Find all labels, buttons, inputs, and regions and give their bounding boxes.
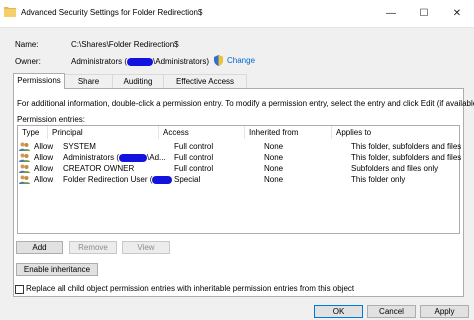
permission-entries-list[interactable]: Type Principal Access Inherited from App… xyxy=(17,125,462,234)
column-header-access[interactable]: Access xyxy=(159,126,245,139)
users-icon xyxy=(19,153,30,162)
cell-applies-to: Subfolders and files only xyxy=(351,164,439,173)
shield-icon xyxy=(214,55,223,66)
permission-entries-label: Permission entries: xyxy=(17,115,86,124)
close-button[interactable]: ✕ xyxy=(440,0,474,27)
cell-applies-to: This folder only xyxy=(351,175,406,184)
cell-access: Special xyxy=(174,175,201,184)
tab-permissions[interactable]: Permissions xyxy=(13,73,65,89)
column-header-principal[interactable]: Principal xyxy=(48,126,159,139)
ok-button[interactable]: OK xyxy=(314,305,363,318)
column-header-type[interactable]: Type xyxy=(18,126,48,139)
enable-inheritance-button[interactable]: Enable inheritance xyxy=(16,263,98,276)
principal-prefix: Folder Redirection User ( xyxy=(63,175,153,184)
minimize-button[interactable]: — xyxy=(374,0,408,27)
add-button[interactable]: Add xyxy=(16,241,63,254)
column-header-applies-to[interactable]: Applies to xyxy=(332,126,459,139)
users-icon xyxy=(19,175,30,184)
info-text: For additional information, double-click… xyxy=(17,99,474,108)
principal-prefix: Administrators ( xyxy=(63,153,120,162)
redaction-mark xyxy=(119,153,148,162)
column-header-inherited-from[interactable]: Inherited from xyxy=(245,126,332,139)
owner-suffix: \Administrators) xyxy=(153,57,210,66)
table-row[interactable]: Allow Folder Redirection User ( Special … xyxy=(18,174,459,185)
cancel-button[interactable]: Cancel xyxy=(367,305,416,318)
change-owner-link[interactable]: Change xyxy=(227,56,255,65)
cell-type: Allow xyxy=(34,153,54,162)
permissions-panel: For additional information, double-click… xyxy=(13,88,474,297)
tab-auditing[interactable]: Auditing xyxy=(112,74,164,88)
table-row[interactable]: Allow Administrators ( \Ad... Full contro… xyxy=(18,152,462,163)
cell-inherited-from: None xyxy=(264,175,284,184)
cell-type: Allow xyxy=(34,164,54,173)
cell-principal: Administrators ( \Ad... xyxy=(63,152,166,163)
replace-child-permissions-checkbox[interactable] xyxy=(15,285,24,294)
cell-access: Full control xyxy=(174,164,214,173)
tab-share[interactable]: Share xyxy=(64,74,113,88)
window-title: Advanced Security Settings for Folder Re… xyxy=(21,8,203,17)
remove-button[interactable]: Remove xyxy=(69,241,117,254)
owner-prefix: Administrators ( xyxy=(71,57,128,66)
cell-inherited-from: None xyxy=(264,164,284,173)
cell-inherited-from: None xyxy=(264,153,284,162)
tab-effective-access[interactable]: Effective Access xyxy=(163,74,247,88)
redaction-mark xyxy=(152,175,173,184)
name-label: Name: xyxy=(15,40,39,49)
table-row[interactable]: Allow CREATOR OWNER Full control None Su… xyxy=(18,163,459,174)
folder-icon xyxy=(4,7,16,17)
view-button[interactable]: View xyxy=(122,241,170,254)
name-value: C:\Shares\Folder Redirection$ xyxy=(71,40,179,49)
cell-principal: CREATOR OWNER xyxy=(63,164,135,173)
owner-label: Owner: xyxy=(15,57,41,66)
users-icon xyxy=(19,142,30,151)
cell-principal: SYSTEM xyxy=(63,142,96,151)
cell-principal: Folder Redirection User ( xyxy=(63,174,173,185)
users-icon xyxy=(19,164,30,173)
maximize-button[interactable]: ☐ xyxy=(407,0,441,27)
title-bar: Advanced Security Settings for Folder Re… xyxy=(0,0,474,28)
redaction-mark xyxy=(127,57,154,66)
replace-child-permissions-label: Replace all child object permission entr… xyxy=(26,284,355,293)
cell-applies-to: This folder, subfolders and files xyxy=(351,142,462,151)
cell-access: Full control xyxy=(174,153,214,162)
principal-suffix: \Ad... xyxy=(147,153,166,162)
cell-applies-to: This folder, subfolders and files xyxy=(351,153,462,162)
cell-type: Allow xyxy=(34,142,54,151)
owner-value: Administrators ( \Administrators) xyxy=(71,57,209,66)
cell-inherited-from: None xyxy=(264,142,284,151)
cell-type: Allow xyxy=(34,175,54,184)
apply-button[interactable]: Apply xyxy=(420,305,469,318)
cell-access: Full control xyxy=(174,142,214,151)
table-row[interactable]: Allow SYSTEM Full control None This fold… xyxy=(18,141,462,152)
